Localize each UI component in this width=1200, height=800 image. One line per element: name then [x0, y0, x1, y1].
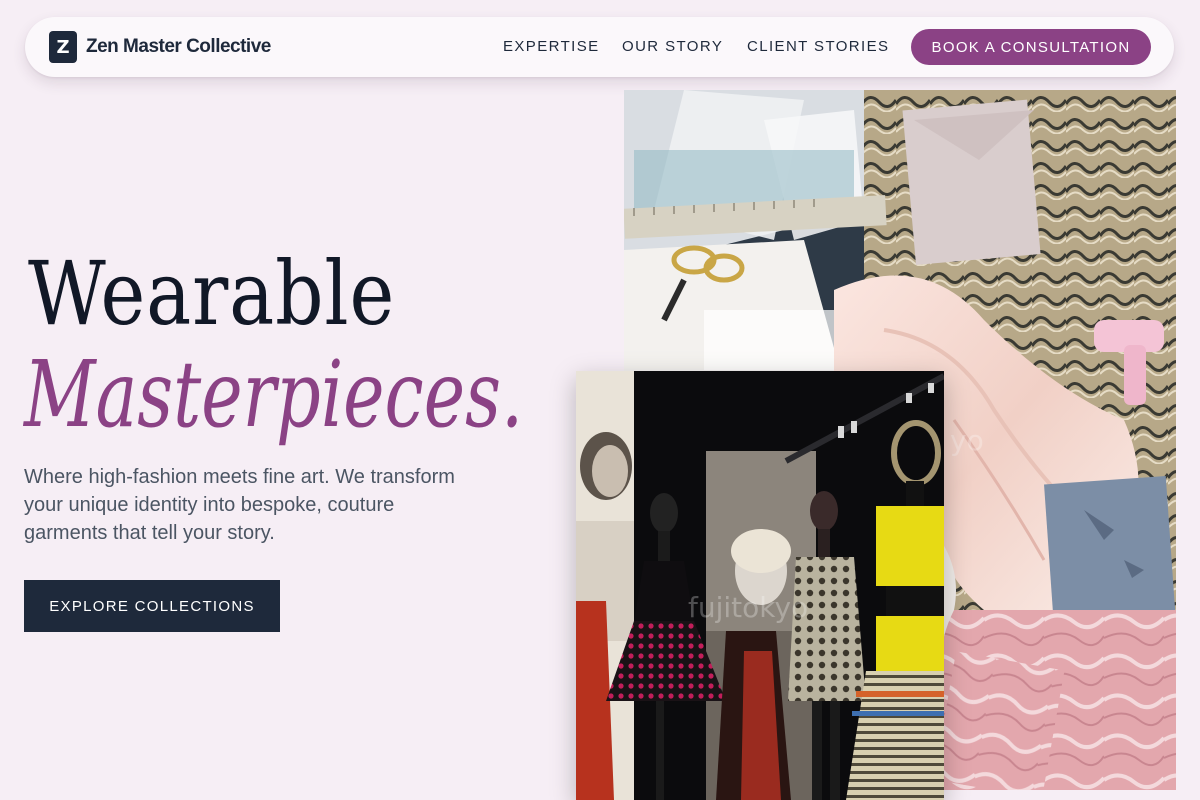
explore-collections-button[interactable]: EXPLORE COLLECTIONS: [24, 580, 280, 632]
top-navbar: Z Zen Master Collective EXPERTISE OUR ST…: [25, 17, 1174, 77]
brand-name[interactable]: Zen Master Collective: [86, 35, 271, 59]
nav-link-our-story[interactable]: OUR STORY: [622, 37, 723, 57]
museum-exhibit-image: fujitokyo: [576, 371, 944, 800]
nav-link-client-stories[interactable]: CLIENT STORIES: [747, 37, 889, 57]
logo-mark[interactable]: Z: [49, 31, 77, 63]
hero-subtitle: Where high-fashion meets fine art. We tr…: [24, 466, 455, 544]
front-image-watermark: fujitokyo: [688, 591, 809, 624]
back-image-watermark: yo: [950, 424, 984, 457]
hero-title-line1: Wearable: [28, 242, 396, 345]
hero-title-line2: Masterpieces.: [24, 341, 524, 448]
nav-link-expertise[interactable]: EXPERTISE: [503, 37, 600, 57]
book-consultation-button[interactable]: BOOK A CONSULTATION: [911, 29, 1151, 65]
